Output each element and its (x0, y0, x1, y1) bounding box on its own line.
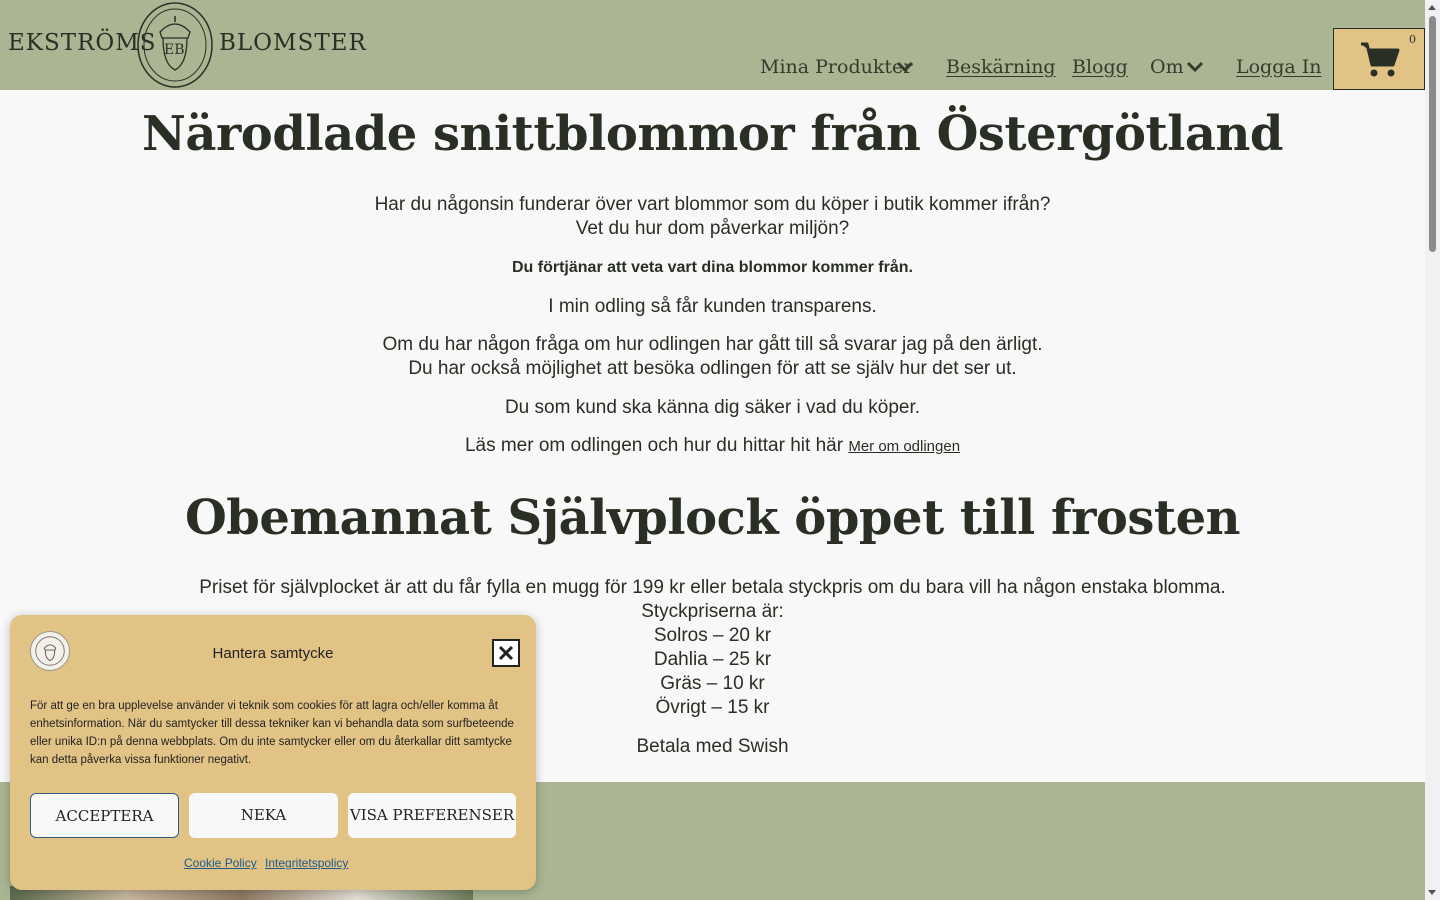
scroll-up-arrow-icon[interactable] (1428, 5, 1436, 10)
logo-text-left: EKSTRÖMS (8, 30, 157, 56)
more-about-cultivation-link[interactable]: Mer om odlingen (848, 438, 960, 455)
logo-monogram: EB (164, 42, 185, 58)
close-consent-button[interactable] (492, 639, 520, 667)
cookie-policy-link[interactable]: Cookie Policy (184, 856, 257, 870)
nav-item-products[interactable]: Mina Produkter (760, 56, 912, 78)
page-scrollbar[interactable] (1425, 0, 1440, 900)
scroll-down-arrow-icon[interactable] (1428, 890, 1436, 895)
privacy-policy-link[interactable]: Integritetspolicy (265, 856, 348, 870)
chevron-down-icon[interactable] (896, 60, 914, 74)
nav-item-beskarning[interactable]: Beskärning (946, 56, 1056, 78)
logo-text-right: BLOMSTER (219, 30, 367, 56)
nav-products-label: Mina Produkter (760, 56, 913, 78)
site-header: EKSTRÖMS EB BLOMSTER Mina Produkter Besk… (0, 0, 1425, 90)
section-heading-selfpick: Obemannat Självplock öppet till frosten (184, 490, 1241, 546)
nav-item-blogg[interactable]: Blogg (1072, 56, 1128, 78)
consent-title: Hantera samtycke (212, 645, 334, 662)
cart-count: 0 (1409, 33, 1416, 46)
close-icon (498, 645, 514, 661)
deny-button[interactable]: NEKA (189, 793, 338, 838)
nav-item-login[interactable]: Logga In (1236, 56, 1322, 78)
show-preferences-button[interactable]: VISA PREFERENSER (348, 793, 516, 838)
transparency-text: I min odling så får kunden transparens. (548, 296, 877, 317)
intro-line-1: Har du någonsin funderar över vart blomm… (374, 194, 1051, 215)
price-intro: Priset för självplocket är att du får fy… (199, 577, 1226, 598)
site-logo[interactable]: EKSTRÖMS EB BLOMSTER (8, 2, 366, 88)
accept-button[interactable]: ACCEPTERA (30, 793, 179, 838)
scroll-thumb[interactable] (1429, 16, 1436, 252)
shopping-cart-icon (1361, 42, 1400, 77)
nav-item-om[interactable]: Om (1150, 56, 1184, 78)
intro-line-2: Vet du hur dom påverkar miljön? (575, 218, 850, 239)
cookie-consent-dialog: Hantera samtycke För att ge en bra upple… (10, 615, 536, 890)
question-line-1: Om du har någon fråga om hur odlingen ha… (382, 334, 1043, 355)
read-more-line: Läs mer om odlingen och hur du hittar hi… (0, 434, 1425, 459)
safety-text: Du som kund ska känna dig säker i vad du… (504, 397, 921, 418)
page-heading: Närodlade snittblommor från Östergötland (142, 106, 1283, 162)
question-line-2: Du har också möjlighet att besöka odling… (408, 358, 1017, 379)
cart-button[interactable]: 0 (1333, 28, 1425, 90)
intro-bold: Du förtjänar att veta vart dina blommor … (512, 259, 913, 276)
chevron-down-icon[interactable] (1186, 60, 1204, 74)
read-more-text: Läs mer om odlingen och hur du hittar hi… (464, 435, 849, 456)
consent-text: För att ge en bra upplevelse använder vi… (30, 700, 514, 766)
